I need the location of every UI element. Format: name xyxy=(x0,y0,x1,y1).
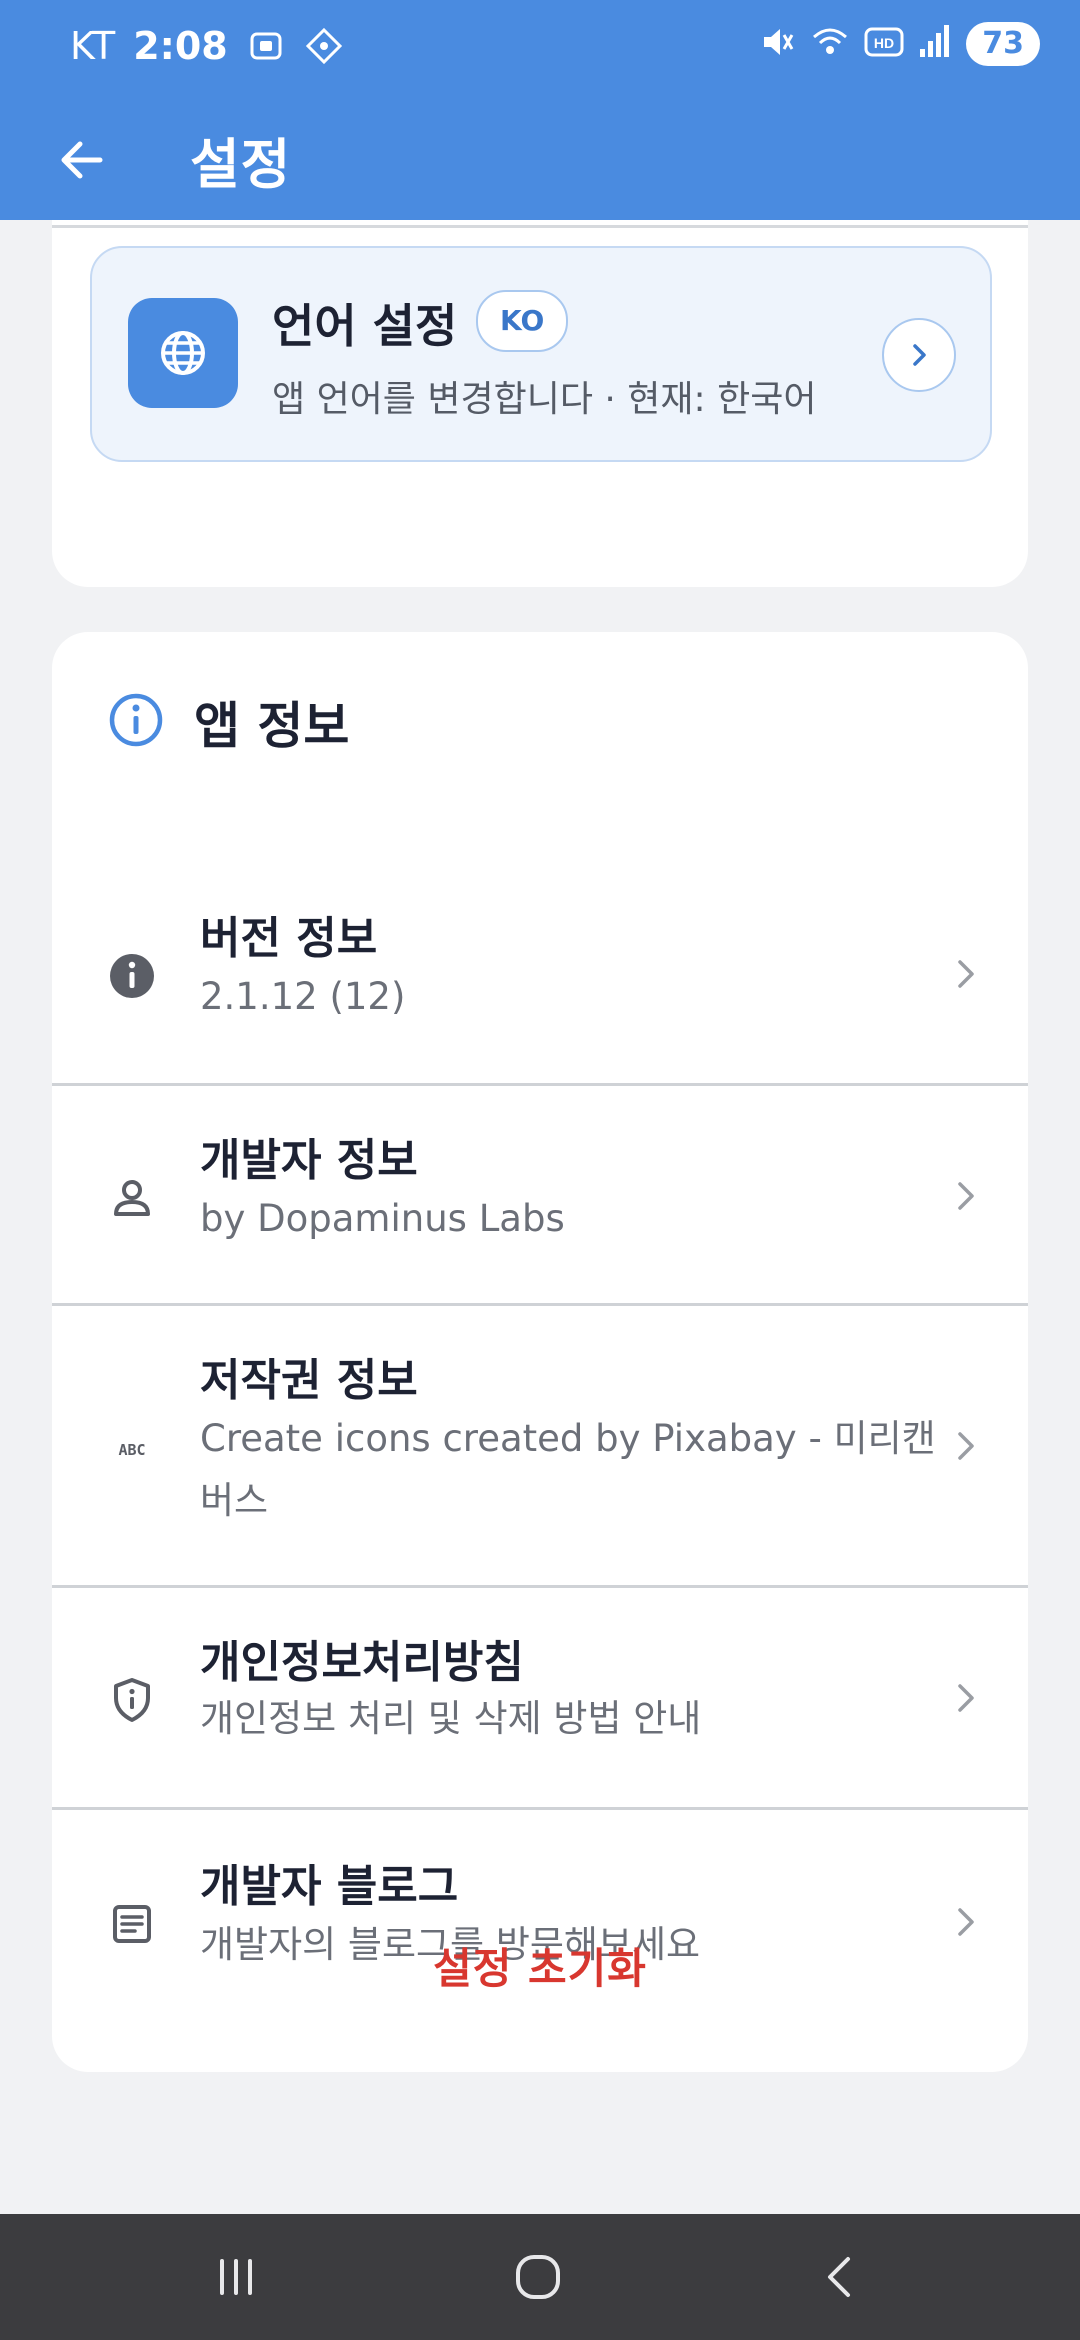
battery-indicator: 73 xyxy=(966,22,1040,66)
app-info-section-card: 앱 정보 버전 정보 2.1.12 (12) 개발자 정보 by Dopamin… xyxy=(52,632,1028,2072)
carrier-label: KT xyxy=(70,24,116,68)
status-bar: KT 2:08 HD 73 xyxy=(0,0,1080,96)
abc-icon: ABC xyxy=(104,1420,160,1476)
row-subtitle: 2.1.12 (12) xyxy=(200,975,406,1018)
person-icon xyxy=(104,1170,160,1226)
clock: 2:08 xyxy=(133,24,228,68)
info-filled-icon xyxy=(104,948,160,1004)
system-navigation-bar xyxy=(0,2214,1080,2340)
scroll-content[interactable]: 언어 설정 KO 앱 언어를 변경합니다 · 현재: 한국어 앱 정보 버전 정… xyxy=(0,220,1080,2214)
version-info-row[interactable]: 버전 정보 2.1.12 (12) xyxy=(52,862,1028,1086)
row-subtitle: 개인정보 처리 및 삭제 방법 안내 xyxy=(200,1697,702,1740)
language-setting-item[interactable]: 언어 설정 KO 앱 언어를 변경합니다 · 현재: 한국어 xyxy=(90,246,992,462)
recents-icon xyxy=(220,2259,252,2295)
row-title: 저작권 정보 xyxy=(200,1355,418,1406)
info-outline-icon xyxy=(108,692,164,752)
row-title: 개발자 블로그 xyxy=(200,1861,459,1912)
chevron-right-icon xyxy=(944,1676,988,1720)
privacy-policy-row[interactable]: 개인정보처리방침 개인정보 처리 및 삭제 방법 안내 xyxy=(52,1588,1028,1810)
arrow-left-icon xyxy=(61,141,103,179)
shield-info-icon xyxy=(104,1672,160,1728)
language-section-card: 언어 설정 KO 앱 언어를 변경합니다 · 현재: 한국어 xyxy=(52,220,1028,587)
system-back-button[interactable] xyxy=(790,2242,890,2312)
divider xyxy=(52,225,1028,228)
chevron-right-icon xyxy=(944,1424,988,1468)
section-header: 앱 정보 xyxy=(108,692,349,755)
row-title: 버전 정보 xyxy=(200,913,378,964)
globe-icon xyxy=(128,298,238,408)
home-button[interactable] xyxy=(488,2242,588,2312)
svg-text:ABC: ABC xyxy=(118,1441,145,1459)
copyright-info-row[interactable]: ABC 저작권 정보 Create icons created by Pixab… xyxy=(52,1306,1028,1588)
svg-text:HD: HD xyxy=(874,35,894,51)
language-title: 언어 설정 xyxy=(272,299,458,353)
language-subtitle: 앱 언어를 변경합니다 · 현재: 한국어 xyxy=(272,379,817,420)
developer-info-row[interactable]: 개발자 정보 by Dopaminus Labs xyxy=(52,1086,1028,1306)
signal-icon xyxy=(918,23,952,65)
shortcut-icon xyxy=(304,26,344,66)
hd-icon: HD xyxy=(864,23,904,65)
chevron-right-icon xyxy=(944,1174,988,1218)
row-subtitle: by Dopaminus Labs xyxy=(200,1197,565,1240)
chevron-right-icon xyxy=(944,952,988,996)
status-right: HD 73 xyxy=(758,22,1040,66)
status-left: KT 2:08 xyxy=(70,24,344,68)
page-title: 설정 xyxy=(190,133,292,196)
home-icon xyxy=(516,2255,560,2299)
chevron-left-icon xyxy=(828,2257,850,2297)
row-title: 개인정보처리방침 xyxy=(200,1637,524,1688)
screenshot-icon xyxy=(246,26,286,66)
app-bar: KT 2:08 HD 73 설정 xyxy=(0,0,1080,220)
section-title: 앱 정보 xyxy=(194,697,350,755)
toolbar: 설정 xyxy=(0,110,1080,210)
chevron-right-icon[interactable] xyxy=(882,318,956,392)
row-subtitle: Create icons created by Pixabay - 미리캔버스 xyxy=(200,1417,936,1522)
developer-blog-row[interactable]: 개발자 블로그 개발자의 블로그를 방문해보세요 xyxy=(52,1810,1028,2032)
reset-settings-button[interactable]: 설정 초기화 xyxy=(0,1935,1080,1996)
recent-apps-button[interactable] xyxy=(186,2242,286,2312)
row-title: 개발자 정보 xyxy=(200,1135,418,1186)
wifi-icon xyxy=(810,23,850,65)
back-button[interactable] xyxy=(44,122,120,198)
language-code-badge: KO xyxy=(476,290,569,352)
mute-icon xyxy=(758,23,796,65)
